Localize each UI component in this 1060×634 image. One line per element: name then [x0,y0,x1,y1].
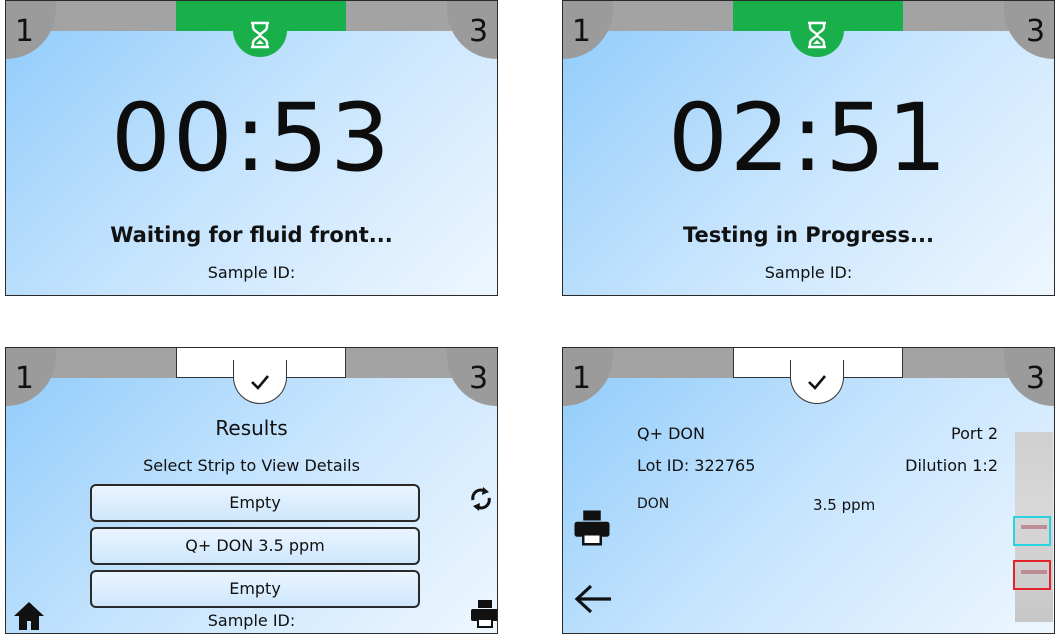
strip-button-2[interactable]: Q+ DON 3.5 ppm [90,527,420,565]
port-3-tab[interactable]: 3 [447,348,497,406]
port-1-tab[interactable]: 1 [6,1,56,59]
port-3-tab[interactable]: 3 [1004,1,1054,59]
printer-icon[interactable] [573,508,611,552]
port-label: Port 2 [951,424,998,443]
checkmark-icon [790,360,844,404]
printer-icon[interactable] [470,598,497,633]
hourglass-icon [790,13,844,57]
port-3-tab[interactable]: 3 [1004,348,1054,406]
results-screen: 1 3 Results Select Strip to View Details… [5,347,498,634]
hourglass-icon [233,13,287,57]
dilution-label: Dilution 1:2 [905,456,998,475]
back-arrow-icon[interactable] [573,582,613,620]
sample-id-label: Sample ID: [764,263,853,282]
timer-screen-1: 1 3 00:53 Waiting for fluid front... Sam… [5,0,498,296]
sample-id-label: Sample ID: [207,263,296,282]
status-message: Waiting for fluid front... [110,223,393,247]
timer-screen-2: 1 3 02:51 Testing in Progress... Sample … [562,0,1055,296]
results-instruction: Select Strip to View Details [143,456,360,475]
port-1-tab[interactable]: 1 [563,1,613,59]
analyte-name: DON [637,496,670,512]
refresh-icon[interactable] [468,482,494,520]
port-1-tab[interactable]: 1 [563,348,613,406]
strip-button-3[interactable]: Empty [90,570,420,608]
strip-button-1[interactable]: Empty [90,484,420,522]
home-icon[interactable] [12,600,46,633]
status-message: Testing in Progress... [682,223,934,247]
port-3-tab[interactable]: 3 [447,1,497,59]
strip-detail-screen: 1 3 Q+ DON Port 2 Lot ID: 322765 Dilutio… [562,347,1055,634]
test-line-box [1013,560,1051,590]
lot-id: Lot ID: 322765 [637,456,756,475]
control-line-box [1013,516,1051,546]
test-name: Q+ DON [637,424,705,443]
countdown-timer: 00:53 [111,84,392,193]
checkmark-icon [233,360,287,404]
countdown-timer: 02:51 [668,84,949,193]
result-value: 3.5 ppm [813,496,876,514]
port-1-tab[interactable]: 1 [6,348,56,406]
sample-id-label: Sample ID: [207,611,296,630]
results-title: Results [215,416,288,440]
